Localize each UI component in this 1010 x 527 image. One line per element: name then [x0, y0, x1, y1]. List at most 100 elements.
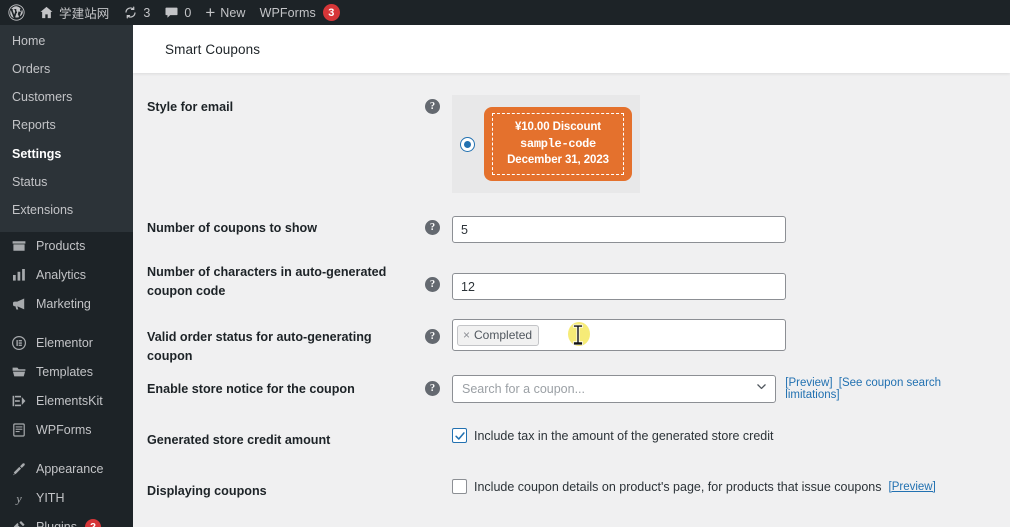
sidebar-item-label: Customers	[12, 90, 72, 104]
admin-bar-new-content[interactable]: + New	[198, 0, 252, 25]
sidebar-item-label: Templates	[36, 366, 93, 379]
setting-label-cell: Enable store notice for the coupon ?	[147, 375, 452, 399]
sidebar-item-customers[interactable]: Customers	[0, 83, 133, 111]
setting-row-style-for-email: Style for email ? ¥10.00 Discount sample…	[133, 73, 1010, 198]
coupon-preview: ¥10.00 Discount sample-code December 31,…	[484, 107, 632, 181]
sidebar-item-elementor[interactable]: Elementor	[0, 329, 133, 358]
elementor-icon	[9, 334, 28, 353]
coupon-details-checkbox[interactable]	[452, 479, 467, 494]
ibeam-cursor-icon	[573, 324, 584, 345]
settings-form-table: Style for email ? ¥10.00 Discount sample…	[133, 73, 1010, 501]
coupon-search-select[interactable]: Search for a coupon...	[452, 375, 776, 403]
sidebar-item-label: Marketing	[36, 298, 91, 311]
chip-remove-icon[interactable]: ×	[463, 329, 470, 341]
code-characters-input[interactable]: 12	[452, 273, 786, 300]
wpforms-icon	[9, 421, 28, 440]
setting-row-store-credit-amount: Generated store credit amount Include ta…	[133, 415, 1010, 465]
admin-bar-site-name[interactable]: 学建站网	[32, 0, 116, 25]
yith-icon: y	[9, 489, 28, 508]
admin-sidebar: Home Orders Customers Reports Settings S…	[0, 25, 133, 527]
help-icon[interactable]: ?	[425, 220, 440, 235]
home-icon	[39, 5, 54, 20]
content-area: Smart Coupons Style for email ? ¥10.00 D…	[133, 25, 1010, 527]
svg-text:y: y	[15, 492, 22, 506]
plugins-icon	[9, 518, 28, 527]
sidebar-item-reports[interactable]: Reports	[0, 111, 133, 139]
sidebar-item-label: Appearance	[36, 463, 103, 476]
valid-order-status-select[interactable]: × Completed	[452, 319, 786, 351]
setting-label-cell: Displaying coupons	[147, 479, 452, 501]
sidebar-item-yith[interactable]: y YITH	[0, 484, 133, 513]
page-title: Smart Coupons	[165, 42, 260, 57]
sidebar-item-marketing[interactable]: Marketing	[0, 290, 133, 319]
include-tax-checkbox-row[interactable]: Include tax in the amount of the generat…	[452, 428, 992, 443]
setting-label-cell: Style for email ?	[147, 95, 452, 117]
admin-bar-wpforms[interactable]: WPForms 3	[253, 0, 347, 25]
sidebar-separator	[0, 319, 133, 329]
setting-row-store-notice: Enable store notice for the coupon ? Sea…	[133, 365, 1010, 415]
sidebar-separator-2	[0, 445, 133, 455]
coupon-code: sample-code	[520, 136, 596, 153]
sidebar-item-status[interactable]: Status	[0, 168, 133, 196]
sidebar-item-settings[interactable]: Settings	[0, 140, 133, 168]
coupon-expiry: December 31, 2023	[507, 152, 609, 169]
wpforms-label: WPForms	[260, 6, 316, 20]
order-status-chip[interactable]: × Completed	[457, 325, 539, 346]
setting-control-cell: 12	[452, 262, 992, 300]
sidebar-item-elementskit[interactable]: ElementsKit	[0, 387, 133, 416]
setting-row-code-characters: Number of characters in auto-generated c…	[133, 248, 1010, 305]
help-icon[interactable]: ?	[425, 329, 440, 344]
setting-control-cell: Include coupon details on product's page…	[452, 479, 992, 494]
setting-control-cell: Search for a coupon... [Preview] [See co…	[452, 375, 992, 403]
sidebar-item-label: Settings	[12, 147, 61, 161]
sidebar-item-label: Products	[36, 240, 85, 253]
sidebar-item-products[interactable]: Products	[0, 232, 133, 261]
sidebar-item-label: Extensions	[12, 203, 73, 217]
email-style-option[interactable]: ¥10.00 Discount sample-code December 31,…	[452, 95, 640, 193]
chevron-down-icon[interactable]	[755, 380, 768, 398]
sidebar-item-wpforms[interactable]: WPForms	[0, 416, 133, 445]
marketing-megaphone-icon	[9, 295, 28, 314]
text-cursor	[565, 322, 591, 348]
admin-bar-updates[interactable]: 3	[116, 0, 157, 25]
plus-icon: +	[205, 4, 215, 21]
help-icon[interactable]: ?	[425, 381, 440, 396]
setting-label-cell: Generated store credit amount	[147, 428, 452, 450]
coupons-to-show-input[interactable]: 5	[452, 216, 786, 243]
store-notice-links: [Preview] [See coupon search limitations…	[785, 377, 992, 401]
help-icon[interactable]: ?	[425, 99, 440, 114]
setting-label: Style for email	[147, 98, 233, 117]
sidebar-item-home[interactable]: Home	[0, 27, 133, 55]
sidebar-item-label: Plugins	[36, 521, 77, 527]
admin-bar-wp-logo[interactable]	[0, 0, 32, 25]
coupon-details-preview-link[interactable]: [Preview]	[889, 481, 936, 493]
setting-label: Enable store notice for the coupon	[147, 380, 355, 399]
coupon-details-checkbox-row[interactable]: Include coupon details on product's page…	[452, 479, 992, 494]
sidebar-item-templates[interactable]: Templates	[0, 358, 133, 387]
setting-label-cell: Number of coupons to show ?	[147, 216, 452, 238]
wordpress-logo-icon	[8, 4, 25, 21]
include-tax-checkbox[interactable]	[452, 428, 467, 443]
comment-bubble-icon	[164, 5, 179, 20]
sidebar-item-label: YITH	[36, 492, 64, 505]
admin-bar-comments[interactable]: 0	[157, 0, 198, 25]
sidebar-item-orders[interactable]: Orders	[0, 55, 133, 83]
setting-control-cell: Include tax in the amount of the generat…	[452, 428, 992, 443]
style-radio[interactable]	[460, 137, 475, 152]
updates-count: 3	[143, 6, 150, 20]
sidebar-item-label: Status	[12, 175, 47, 189]
setting-label: Number of characters in auto-generated c…	[147, 263, 409, 301]
sidebar-item-extensions[interactable]: Extensions	[0, 196, 133, 224]
site-name-label: 学建站网	[59, 3, 109, 22]
sidebar-item-analytics[interactable]: Analytics	[0, 261, 133, 290]
preview-link[interactable]: [Preview]	[785, 377, 832, 389]
analytics-icon	[9, 266, 28, 285]
setting-label-cell: Valid order status for auto-generating c…	[147, 319, 452, 366]
sidebar-item-appearance[interactable]: Appearance	[0, 455, 133, 484]
chip-label: Completed	[474, 328, 532, 342]
help-icon[interactable]: ?	[425, 277, 440, 292]
plugins-update-badge: 2	[85, 519, 101, 527]
sidebar-item-plugins[interactable]: Plugins 2	[0, 513, 133, 527]
setting-label: Displaying coupons	[147, 482, 267, 501]
sidebar-item-label: Orders	[12, 62, 50, 76]
